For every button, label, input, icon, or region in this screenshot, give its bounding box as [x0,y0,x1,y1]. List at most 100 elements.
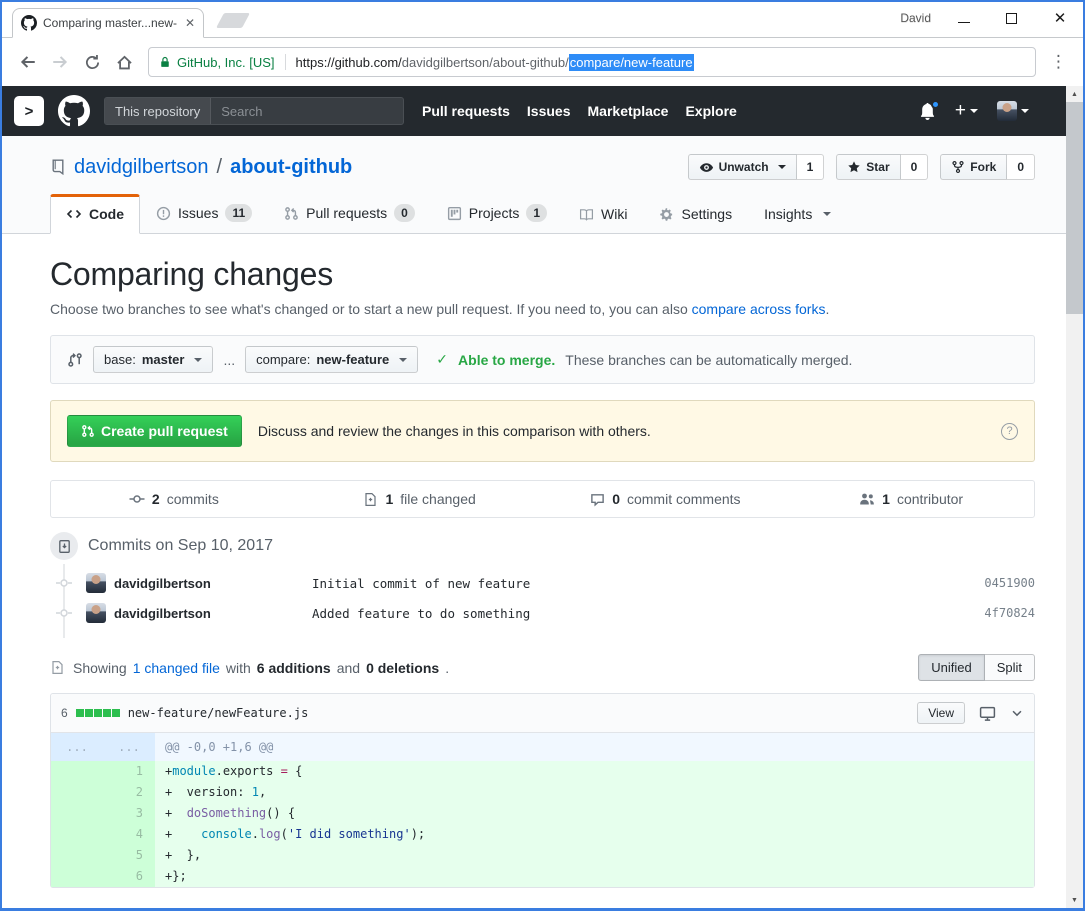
tab-code[interactable]: Code [50,194,140,234]
range-ellipsis: ... [223,352,235,368]
repo-owner-link[interactable]: davidgilbertson [74,156,209,179]
security-label[interactable]: GitHub, Inc. [US] [177,55,275,70]
compare-across-forks-link[interactable]: compare across forks [692,301,826,317]
user-menu[interactable] [997,101,1029,121]
url-selected-text: compare/new-feature [569,54,694,71]
caret-down-icon [778,165,786,173]
file-name[interactable]: new-feature/newFeature.js [128,706,309,720]
header-nav-marketplace[interactable]: Marketplace [588,103,669,119]
help-icon[interactable]: ? [1001,423,1018,440]
window-maximize-button[interactable] [1006,13,1017,24]
star-count[interactable]: 0 [901,154,929,180]
forward-icon[interactable] [44,46,76,78]
commit-hash-link[interactable]: 4f70824 [984,606,1035,620]
github-search[interactable]: This repository [104,97,404,125]
browser-menu-icon[interactable]: ⋮ [1044,52,1073,72]
changed-file-link[interactable]: 1 changed file [133,660,220,676]
commit-author-name[interactable]: davidgilbertson [114,606,211,621]
scroll-down-icon[interactable]: ▼ [1066,892,1083,908]
split-view-button[interactable]: Split [985,654,1035,681]
tab-projects[interactable]: Projects1 [431,192,563,234]
tab-insights[interactable]: Insights [748,194,847,234]
reload-icon[interactable] [76,46,108,78]
window-minimize-button[interactable] [958,13,970,23]
repo-tabs: Code Issues11Pull requests0Projects1Wiki S… [50,192,1035,233]
commit-author-name[interactable]: davidgilbertson [114,576,211,591]
github-logo-icon[interactable] [58,95,90,127]
commit-hash-link[interactable]: 0451900 [984,576,1035,590]
star-icon [847,160,861,174]
compare-branch-button[interactable]: compare: new-feature [245,346,418,373]
hunk-gutter-old: ... [51,733,103,761]
browser-profile-name[interactable]: David [900,11,931,25]
header-nav-pull-requests[interactable]: Pull requests [422,103,510,119]
tab-issues[interactable]: Issues11 [140,192,268,234]
search-input[interactable] [211,104,403,119]
view-file-button[interactable]: View [917,702,965,724]
code-token: . [252,827,259,841]
tab-settings[interactable]: Settings [643,194,748,234]
deletions-count: 0 deletions [366,660,439,676]
stat-value: 2 [152,491,160,507]
fork-count[interactable]: 0 [1007,154,1035,180]
line-number-old [51,782,103,803]
tab-pull-requests[interactable]: Pull requests0 [268,192,431,234]
code-token: 'I did something' [288,827,411,841]
tab-label: Code [89,206,124,222]
hunk-header-text: @@ -0,0 +1,6 @@ [155,733,1034,761]
pr-icon [284,206,299,221]
display-rich-diff-icon[interactable] [979,705,996,722]
tab-counter: 0 [394,204,415,222]
commit-row: davidgilbertson Added feature to do somet… [50,598,1035,628]
base-branch-button[interactable]: base: master [93,346,213,373]
commit-message-link[interactable]: Initial commit of new feature [312,576,976,591]
stat-contributor[interactable]: 1contributor [788,491,1034,507]
new-tab-button[interactable] [216,13,250,28]
browser-tab[interactable]: Comparing master...new- ✕ [12,8,204,38]
code-line-content: + version: 1, [155,782,1034,803]
create-pull-request-button[interactable]: Create pull request [67,415,242,447]
back-icon[interactable] [12,46,44,78]
fork-button[interactable]: Fork [940,154,1007,180]
scrollbar-thumb[interactable] [1066,102,1083,314]
commit-author: davidgilbertson [86,603,304,623]
chevron-down-icon[interactable] [1010,706,1024,720]
home-icon[interactable] [108,46,140,78]
watch-count[interactable]: 1 [797,154,825,180]
header-nav-explore[interactable]: Explore [685,103,736,119]
github-header: > This repository Pull requests Issues Mar… [2,86,1083,136]
branch-range-selector: base: master ... compare: new-feature ✓ … [50,335,1035,384]
repo-name-link[interactable]: about-github [230,156,352,179]
commit-message-link[interactable]: Added feature to do something [312,606,976,621]
caret-down-icon [1021,109,1029,117]
commit-author-avatar[interactable] [86,603,106,623]
stat-commit-comments[interactable]: 0commit comments [543,491,789,507]
create-new-menu[interactable]: + [955,100,978,122]
tab-wiki[interactable]: Wiki [563,194,643,234]
notifications-bell-icon[interactable] [919,103,936,120]
address-bar[interactable]: GitHub, Inc. [US] https://github.com/dav… [148,47,1036,77]
window-close-button[interactable]: ✕ [1053,11,1067,25]
commit-author-avatar[interactable] [86,573,106,593]
file-diff-panel: 6 new-feature/newFeature.js View [50,693,1035,888]
code-line: 3+ doSomething() { [51,803,1034,824]
compare-prefix: compare: [256,352,310,367]
code-token: { [288,764,302,778]
unified-view-button[interactable]: Unified [918,654,984,681]
stat-file-changed[interactable]: 1file changed [297,491,543,507]
scroll-up-icon[interactable]: ▲ [1066,86,1083,102]
star-button[interactable]: Star [836,154,900,180]
commit-icon [129,491,145,507]
tab-close-icon[interactable]: ✕ [185,16,195,30]
code-token: + [165,806,187,820]
page-subtitle: Choose two branches to see what's change… [50,301,1035,317]
stat-commits[interactable]: 2commits [51,491,297,507]
tab-label: Settings [681,206,732,222]
unwatch-button[interactable]: Unwatch [688,154,797,180]
page-scrollbar[interactable]: ▲ ▼ [1066,86,1083,908]
code-token: + [165,827,201,841]
user-avatar [997,101,1017,121]
extension-panel-toggle-button[interactable]: > [14,96,44,126]
code-token: , [259,785,266,799]
header-nav-issues[interactable]: Issues [527,103,571,119]
